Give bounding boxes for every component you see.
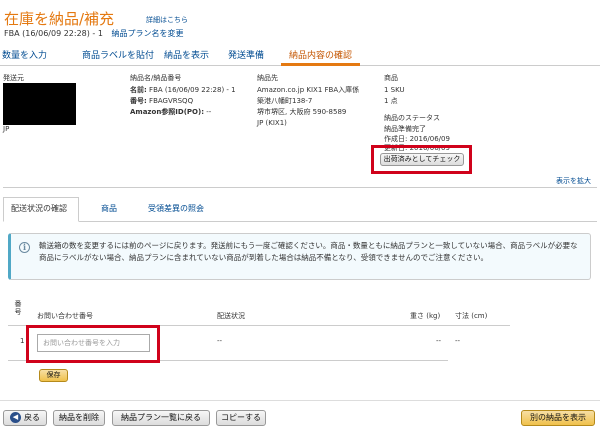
tab-view-shipment[interactable]: 納品を表示 — [164, 48, 209, 61]
number-value: FBAGVRSQQ — [149, 97, 194, 105]
back-arrow-icon: ◀ — [10, 412, 21, 423]
redacted-address — [3, 83, 76, 125]
ship-from-country: JP — [3, 125, 10, 133]
info-message: 輸送箱の数を変更するには前のページに戻ります。発送前にもう一度ご確認ください。商… — [39, 241, 578, 262]
name-label: 名前: — [130, 86, 147, 94]
back-to-plans-button[interactable]: 納品プラン一覧に戻る — [112, 410, 210, 426]
active-tab-indicator — [281, 63, 360, 66]
row-dims: -- — [455, 337, 461, 345]
page-title: 在庫を納品/補充 — [4, 10, 115, 28]
column-tracking: お問い合わせ番号 — [37, 312, 93, 320]
highlight-box-shipped — [371, 145, 472, 174]
save-button[interactable]: 保存 — [39, 369, 68, 382]
info-icon: i — [19, 242, 30, 253]
column-number: 番号 — [14, 300, 22, 316]
number-label: 番号: — [130, 97, 147, 105]
info-alert: i 輸送箱の数を変更するには前のページに戻ります。発送前にもう一度ご確認ください… — [8, 233, 591, 280]
subtab-baseline — [79, 221, 597, 222]
rename-plan-link[interactable]: 納品プラン名を変更 — [111, 29, 183, 38]
tab-prepare-shipment[interactable]: 発送準備 — [228, 48, 264, 61]
status-label: 納品のステータス — [384, 114, 440, 122]
row-weight: -- — [436, 337, 442, 345]
highlight-box-tracking — [26, 325, 160, 363]
subtab-reconcile[interactable]: 受領差異の照会 — [148, 203, 204, 214]
copy-button[interactable]: コピーする — [216, 410, 266, 426]
column-weight: 重さ (kg) — [410, 312, 441, 320]
row-number: 1 — [20, 337, 25, 345]
column-dims: 寸法 (cm) — [455, 312, 488, 320]
ref-label: Amazon参照ID(PO): — [130, 108, 204, 116]
shipment-number-row: 番号: FBAGVRSQQ — [130, 96, 193, 107]
subtab-tracking[interactable]: 配送状況の確認 — [11, 203, 67, 214]
column-status: 配送状況 — [217, 312, 245, 320]
detail-link[interactable]: 詳細はこちら — [146, 15, 188, 25]
shipment-subtitle: FBA (16/06/09 22:28) - 1 納品プラン名を変更 — [4, 28, 183, 39]
delete-shipment-button[interactable]: 納品を削除 — [53, 410, 105, 426]
back-button[interactable]: ◀ 戻る — [3, 410, 47, 426]
subtab-products[interactable]: 商品 — [101, 203, 117, 214]
dest-line: 堺市堺区, 大阪府 590-8589 — [257, 108, 347, 116]
dest-line: 築港八幡町138-7 — [257, 97, 313, 105]
tab-enter-quantity[interactable]: 数量を入力 — [2, 48, 47, 61]
name-value: FBA (16/06/09 22:28) - 1 — [149, 86, 236, 94]
row-status: -- — [217, 337, 223, 345]
shipment-plan-id: FBA (16/06/09 22:28) - 1 — [4, 29, 103, 38]
ref-value: -- — [206, 108, 212, 116]
dest-line: JP (KIX1) — [257, 119, 287, 127]
ship-to-label: 納品先 — [257, 74, 278, 82]
section-divider — [3, 187, 597, 188]
expand-view-link[interactable]: 表示を拡大 — [556, 176, 591, 186]
unit-count: 1 点 — [384, 97, 398, 105]
view-another-shipment-button[interactable]: 別の納品を表示 — [521, 410, 595, 426]
products-label: 商品 — [384, 74, 398, 82]
reference-id-row: Amazon参照ID(PO): -- — [130, 107, 211, 118]
back-label: 戻る — [24, 413, 40, 422]
shipment-name-header: 納品名/納品番号 — [130, 74, 182, 82]
dest-line: Amazon.co.jp KIX1 FBA入庫係 — [257, 86, 360, 94]
footer-divider — [0, 400, 600, 401]
tab-summary[interactable]: 納品内容の確認 — [289, 48, 352, 61]
tab-label-products[interactable]: 商品ラベルを貼付 — [82, 48, 154, 61]
shipment-name-row: 名前: FBA (16/06/09 22:28) - 1 — [130, 85, 236, 96]
sku-count: 1 SKU — [384, 86, 405, 94]
